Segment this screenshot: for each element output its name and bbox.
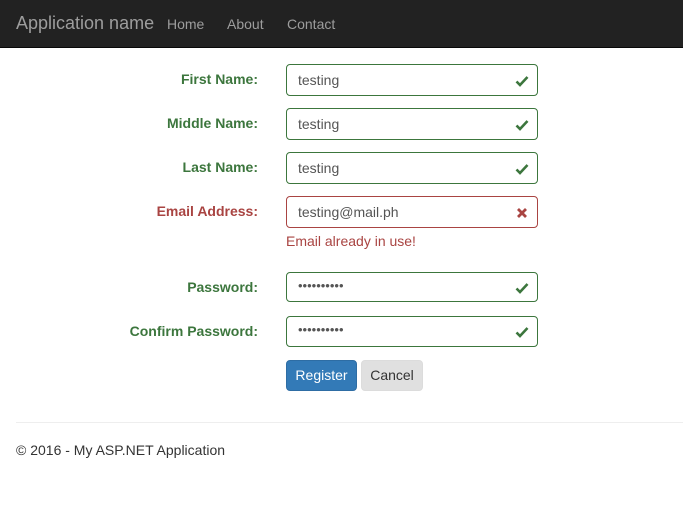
confirm-password-input[interactable]: ••••••••••: [286, 316, 538, 347]
first-name-value: testing: [298, 72, 340, 88]
brand-link[interactable]: Application name: [16, 13, 154, 33]
register-button[interactable]: Register: [286, 360, 357, 391]
confirm-password-value: ••••••••••: [298, 322, 344, 337]
checkmark-icon: [515, 76, 529, 87]
checkmark-icon: [515, 327, 529, 338]
footer-copyright: © 2016 - My ASP.NET Application: [16, 442, 226, 458]
footer-divider: [16, 422, 683, 423]
email-value: testing@mail.ph: [298, 204, 399, 220]
cancel-button[interactable]: Cancel: [361, 360, 423, 391]
first-name-input[interactable]: testing: [286, 64, 538, 96]
form-group-first-name: First Name: testing: [0, 64, 683, 96]
email-error-message: Email already in use!: [286, 233, 416, 249]
form-group-last-name: Last Name: testing: [0, 152, 683, 184]
checkmark-icon: [515, 164, 529, 175]
middle-name-label: Middle Name:: [166, 115, 258, 131]
navbar: Application name Home About Contact: [0, 0, 683, 48]
email-label: Email Address:: [156, 203, 258, 219]
checkmark-icon: [515, 120, 529, 131]
last-name-value: testing: [298, 160, 340, 176]
form-group-middle-name: Middle Name: testing: [0, 108, 683, 140]
nav-link-home[interactable]: Home: [167, 15, 204, 33]
last-name-label: Last Name:: [182, 159, 258, 175]
password-value: ••••••••••: [298, 278, 344, 293]
password-label: Password:: [187, 279, 258, 295]
confirm-password-label: Confirm Password:: [129, 323, 258, 339]
email-input[interactable]: testing@mail.ph: [286, 196, 538, 228]
first-name-label: First Name:: [180, 71, 258, 87]
nav-link-contact[interactable]: Contact: [287, 15, 335, 33]
form-group-email: Email Address: testing@mail.ph: [0, 196, 683, 228]
password-input[interactable]: ••••••••••: [286, 272, 538, 302]
form-group-password: Password: ••••••••••: [0, 272, 683, 304]
nav-link-about[interactable]: About: [227, 15, 264, 33]
last-name-input[interactable]: testing: [286, 152, 538, 184]
middle-name-input[interactable]: testing: [286, 108, 538, 140]
form-group-confirm-password: Confirm Password: ••••••••••: [0, 316, 683, 348]
checkmark-icon: [515, 283, 529, 294]
middle-name-value: testing: [298, 116, 340, 132]
x-icon: [517, 208, 527, 218]
